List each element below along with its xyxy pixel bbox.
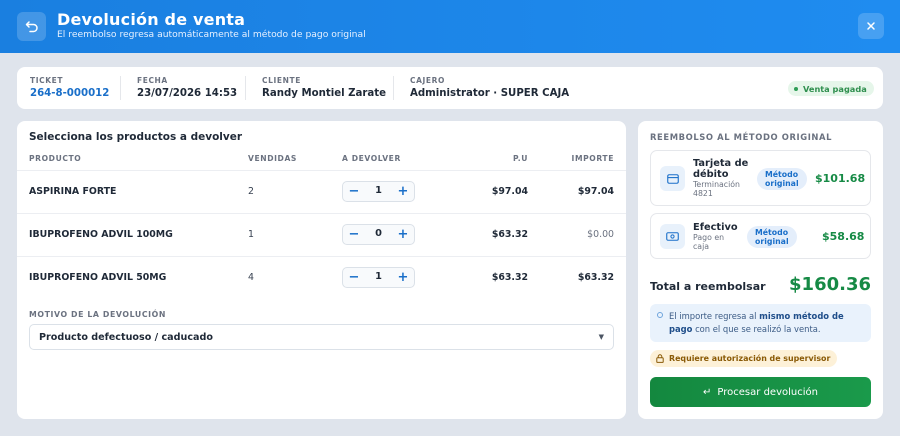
method-detail: Pago en caja [693, 233, 724, 251]
client-value: Randy Montiel Zarate [262, 88, 387, 99]
cash-icon [660, 224, 685, 249]
modal-title: Devolución de venta [57, 10, 246, 29]
client-label: CLIENTE [262, 76, 301, 85]
credit-card-icon [660, 166, 685, 191]
sold-qty: 4 [248, 272, 254, 283]
method-name: Efectivo [693, 222, 738, 233]
column-header-product: PRODUCTO [29, 154, 82, 163]
increment-button[interactable]: + [392, 268, 414, 287]
cashier-label: CAJERO [410, 76, 445, 85]
enter-icon: ↵ [703, 386, 712, 398]
quantity-stepper: − 1 + [342, 181, 415, 202]
process-return-button[interactable]: ↵ Procesar devolución [650, 377, 871, 407]
divider [393, 76, 394, 100]
divider [17, 213, 626, 214]
sold-qty: 2 [248, 186, 254, 197]
refund-method-card: Efectivo Pago en caja Método original $58.… [650, 213, 871, 259]
quantity-stepper: − 1 + [342, 267, 415, 288]
column-header-amount: IMPORTE [571, 154, 614, 163]
reason-select[interactable]: Producto defectuoso / caducado ▼ [29, 324, 614, 350]
method-name-line: débito [693, 169, 729, 180]
back-button[interactable] [17, 12, 46, 41]
increment-button[interactable]: + [392, 225, 414, 244]
supervisor-warning-badge: Requiere autorización de supervisor [650, 350, 838, 367]
sold-qty: 1 [248, 229, 254, 240]
lock-icon [656, 354, 664, 363]
product-name: ASPIRINA FORTE [29, 186, 117, 197]
ticket-info: TICKET 264-8-000012 [30, 76, 109, 99]
refund-note-text: El importe regresa al mismo método de pa… [669, 310, 865, 336]
quantity-stepper: − 0 + [342, 224, 415, 245]
warning-text: Requiere autorización de supervisor [669, 354, 831, 363]
reason-selected-value: Producto defectuoso / caducado [39, 332, 213, 343]
method-amount: $101.68 [815, 172, 866, 185]
badge-line: original [765, 179, 799, 188]
method-detail-line: Pago en [693, 233, 725, 242]
status-badge: Venta pagada [788, 81, 874, 96]
line-amount: $97.04 [577, 186, 614, 197]
unit-price: $97.04 [491, 186, 528, 197]
total-label: Total a reembolsar [650, 280, 766, 293]
ticket-label: TICKET [30, 76, 64, 85]
date-label: FECHA [137, 76, 168, 85]
unit-price: $63.32 [491, 272, 528, 283]
method-detail-line: Terminación [693, 180, 740, 189]
status-dot-icon [794, 86, 798, 91]
modal-subtitle: El reembolso regresa automáticamente al … [57, 29, 366, 40]
divider [245, 76, 246, 100]
ticket-value[interactable]: 264-8-000012 [30, 88, 109, 99]
divider [17, 256, 626, 257]
product-name: IBUPROFENO ADVIL 100MG [29, 229, 173, 240]
decrement-button[interactable]: − [343, 268, 365, 287]
badge-line: Método [765, 170, 799, 179]
badge-line: original [755, 237, 789, 246]
original-method-badge: Método original [757, 168, 807, 190]
line-amount: $63.32 [577, 272, 614, 283]
total-amount: $160.36 [789, 274, 871, 295]
return-qty[interactable]: 1 [365, 185, 392, 196]
date-value: 23/07/2026 14:53 [137, 88, 238, 99]
product-name: IBUPROFENO ADVIL 50MG [29, 272, 167, 283]
increment-button[interactable]: + [392, 182, 414, 201]
line-amount: $0.00 [587, 229, 614, 240]
column-header-sold: VENDIDAS [248, 154, 297, 163]
cashier-info: CAJERO Administrator · SUPER CAJA [410, 76, 569, 99]
process-return-label: Procesar devolución [717, 386, 818, 398]
decrement-button[interactable]: − [343, 225, 365, 244]
products-panel [17, 121, 626, 419]
column-header-return: A DEVOLVER [342, 154, 401, 163]
cashier-value: Administrator · SUPER CAJA [410, 88, 570, 99]
return-qty[interactable]: 1 [365, 271, 392, 282]
unit-price: $63.32 [491, 229, 528, 240]
sale-info-card: TICKET 264-8-000012 FECHA 23/07/2026 14:… [17, 67, 883, 109]
column-header-unit-price: P.U [512, 154, 528, 163]
return-qty[interactable]: 0 [365, 228, 392, 239]
client-info: CLIENTE Randy Montiel Zarate [262, 76, 386, 99]
divider [120, 76, 121, 100]
method-detail-line: 4821 [693, 189, 713, 198]
close-icon [867, 22, 875, 30]
method-amount: $58.68 [822, 230, 865, 243]
note-text-part: El importe regresa al [669, 311, 760, 321]
refund-method-card: Tarjeta de débito Terminación 4821 Método o… [650, 150, 871, 206]
date-info: FECHA 23/07/2026 14:53 [137, 76, 237, 99]
undo-icon [25, 20, 38, 32]
refund-note: El importe regresa al mismo método de pa… [650, 304, 871, 342]
close-button[interactable] [858, 13, 884, 39]
badge-line: Método [755, 228, 789, 237]
method-name-line: Tarjeta de [693, 158, 749, 169]
note-text-part: con el que se realizó la venta. [692, 324, 821, 334]
divider [17, 170, 626, 171]
original-method-badge: Método original [747, 226, 797, 248]
products-title: Selecciona los productos a devolver [29, 131, 243, 143]
method-name: Tarjeta de débito [693, 158, 748, 180]
caret-down-icon: ▼ [598, 333, 604, 341]
info-icon [657, 312, 663, 318]
refund-title: REEMBOLSO AL MÉTODO ORIGINAL [650, 132, 833, 142]
method-detail: Terminación 4821 [693, 180, 740, 198]
method-detail-line: caja [693, 242, 710, 251]
status-badge-label: Venta pagada [803, 83, 867, 94]
reason-label: MOTIVO DE LA DEVOLUCIÓN [29, 310, 166, 319]
decrement-button[interactable]: − [343, 182, 365, 201]
